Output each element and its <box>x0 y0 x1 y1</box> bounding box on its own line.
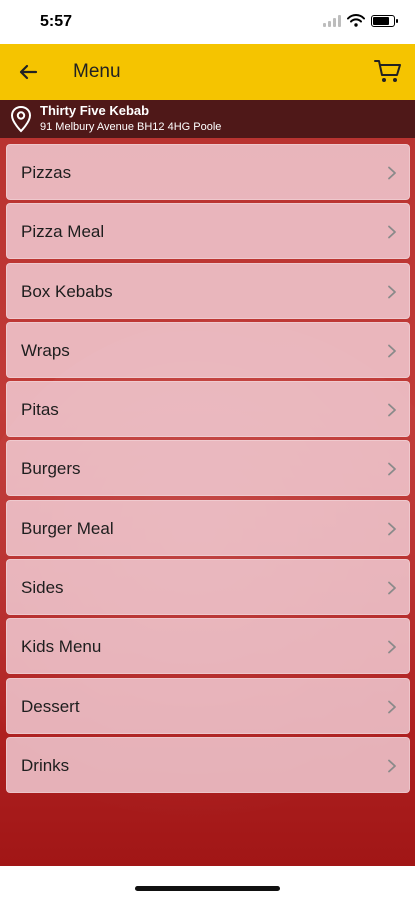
chevron-right-icon <box>388 581 396 595</box>
store-header: Thirty Five Kebab 91 Melbury Avenue BH12… <box>0 100 415 138</box>
cart-button[interactable] <box>373 56 403 86</box>
chevron-right-icon <box>388 344 396 358</box>
chevron-right-icon <box>388 640 396 654</box>
status-time: 5:57 <box>40 13 73 30</box>
menu-item-label: Box Kebabs <box>21 281 113 301</box>
menu-item[interactable]: Pitas <box>6 381 410 438</box>
menu-item-label: Pitas <box>21 400 59 420</box>
cellular-signal-icon <box>323 14 341 27</box>
home-indicator <box>135 886 280 891</box>
menu-item-label: Pizzas <box>21 163 72 182</box>
menu-item[interactable]: Sides <box>6 559 410 616</box>
wifi-icon <box>347 14 365 27</box>
status-icons <box>323 14 398 27</box>
menu-item[interactable]: Burger Meal <box>6 499 410 556</box>
menu-item-label: Burger Meal <box>21 518 114 538</box>
back-arrow-icon <box>19 64 38 80</box>
chevron-right-icon <box>388 403 396 417</box>
menu-item-label: Drinks <box>21 755 70 775</box>
menu-item-label: Pizza Meal <box>21 222 105 242</box>
chevron-right-icon <box>388 700 396 714</box>
store-name: Thirty Five Kebab <box>40 103 150 118</box>
app-bar: Menu <box>0 44 415 100</box>
menu-item[interactable]: Box Kebabs <box>6 262 410 319</box>
bottom-bar <box>0 866 415 900</box>
menu-item[interactable]: Wraps <box>6 321 410 378</box>
chevron-right-icon <box>388 225 396 239</box>
store-address: 91 Melbury Avenue BH12 4HG Poole <box>40 121 222 133</box>
menu-item[interactable]: Kids Menu <box>6 618 410 675</box>
menu-item[interactable]: Drinks <box>6 736 410 793</box>
battery-icon <box>371 14 398 27</box>
menu-item[interactable]: Pizzas <box>6 144 410 200</box>
menu-item-label: Burgers <box>21 459 81 479</box>
menu-item-label: Sides <box>21 578 64 598</box>
status-bar: 5:57 <box>0 0 415 44</box>
menu-item[interactable]: Pizza Meal <box>6 203 410 260</box>
menu-content: Thirty Five Kebab 91 Melbury Avenue BH12… <box>0 100 415 866</box>
chevron-right-icon <box>388 463 396 476</box>
chevron-right-icon <box>388 285 396 298</box>
battery-level <box>373 16 390 25</box>
menu-item-label: Kids Menu <box>21 637 102 657</box>
back-button[interactable] <box>16 60 40 84</box>
chevron-right-icon <box>388 166 396 180</box>
cart-icon <box>374 60 401 82</box>
menu-item-label: Wraps <box>21 340 70 360</box>
page-title: Menu <box>73 61 121 82</box>
location-pin-icon <box>10 105 32 133</box>
menu-item[interactable]: Burgers <box>6 440 410 497</box>
chevron-right-icon <box>388 759 396 773</box>
chevron-right-icon <box>388 522 396 536</box>
menu-item-label: Dessert <box>21 696 80 716</box>
menu-item[interactable]: Dessert <box>6 677 410 734</box>
menu-list: Pizzas Pizza Meal Box Kebabs Wraps Pitas Burg… <box>6 144 410 796</box>
